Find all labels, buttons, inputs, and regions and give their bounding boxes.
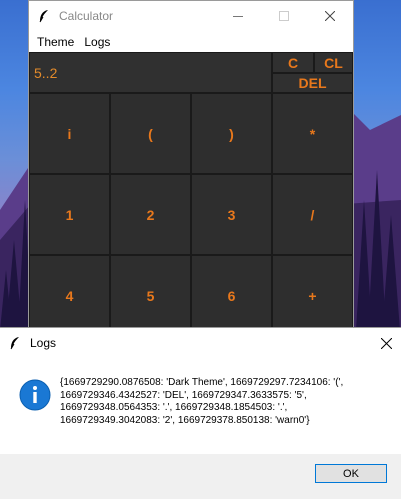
delete-button[interactable]: DEL bbox=[272, 73, 353, 93]
menu-logs[interactable]: Logs bbox=[80, 35, 116, 49]
dialog-close-button[interactable] bbox=[371, 328, 401, 358]
key-1[interactable]: 1 bbox=[29, 174, 110, 255]
key-6[interactable]: 6 bbox=[191, 255, 272, 336]
key-close-paren[interactable]: ) bbox=[191, 93, 272, 174]
logs-dialog-titlebar: Logs bbox=[0, 328, 401, 358]
key-i[interactable]: i bbox=[29, 93, 110, 174]
key-divide[interactable]: / bbox=[272, 174, 353, 255]
maximize-button[interactable] bbox=[261, 1, 307, 31]
logs-message: {1669729290.0876508: 'Dark Theme', 16697… bbox=[60, 377, 344, 426]
logs-dialog-title: Logs bbox=[30, 336, 57, 350]
logs-dialog: Logs {1669729290.0876508: 'Dark Theme', … bbox=[0, 327, 401, 499]
calculator-display: 5..2 bbox=[29, 52, 272, 93]
feather-icon bbox=[0, 328, 30, 358]
clear-button[interactable]: C bbox=[272, 52, 314, 73]
calculator-window: Calculator Theme Logs 5..2 C CL DEL i ( … bbox=[28, 0, 354, 336]
calculator-body: 5..2 C CL DEL i ( ) * 1 2 3 / 4 5 6 + bbox=[29, 52, 353, 336]
logs-dialog-footer: OK bbox=[0, 454, 401, 499]
key-open-paren[interactable]: ( bbox=[110, 93, 191, 174]
window-title: Calculator bbox=[59, 9, 114, 23]
key-5[interactable]: 5 bbox=[110, 255, 191, 336]
close-button[interactable] bbox=[307, 1, 353, 31]
key-add[interactable]: + bbox=[272, 255, 353, 336]
menu-bar: Theme Logs bbox=[29, 31, 353, 52]
info-icon bbox=[19, 379, 51, 411]
key-4[interactable]: 4 bbox=[29, 255, 110, 336]
calculator-titlebar: Calculator bbox=[29, 1, 353, 31]
key-3[interactable]: 3 bbox=[191, 174, 272, 255]
clear-all-button[interactable]: CL bbox=[314, 52, 353, 73]
minimize-button[interactable] bbox=[215, 1, 261, 31]
menu-theme[interactable]: Theme bbox=[33, 35, 80, 49]
key-multiply[interactable]: * bbox=[272, 93, 353, 174]
logs-dialog-content: {1669729290.0876508: 'Dark Theme', 16697… bbox=[0, 358, 399, 454]
key-2[interactable]: 2 bbox=[110, 174, 191, 255]
ok-button[interactable]: OK bbox=[315, 464, 387, 483]
feather-icon bbox=[29, 1, 59, 31]
